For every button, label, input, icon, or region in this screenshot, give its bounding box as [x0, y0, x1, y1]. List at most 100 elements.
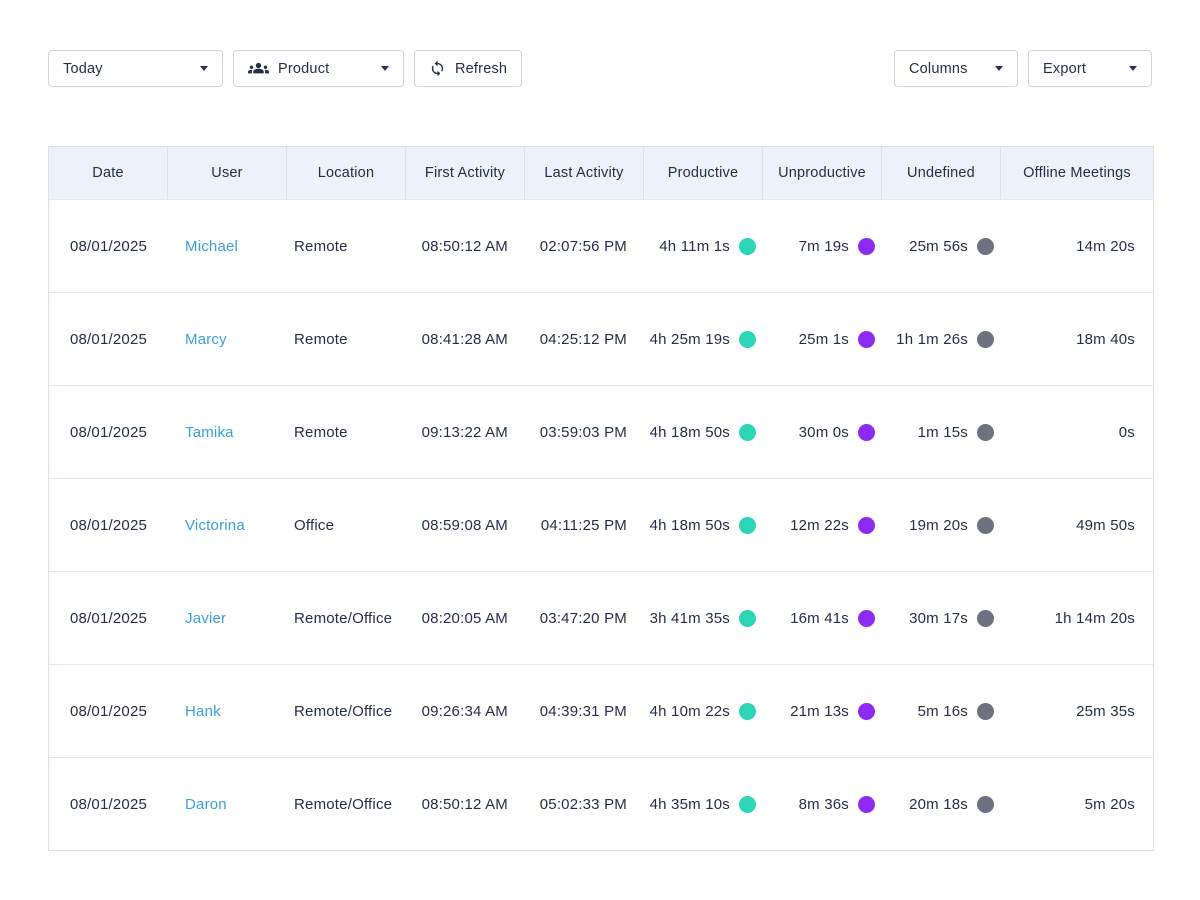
column-header-user: User: [168, 147, 287, 199]
activity-table-container: Date User Location First Activity Last A…: [48, 146, 1152, 851]
undefined-dot-icon: [977, 517, 994, 534]
user-link[interactable]: Daron: [185, 796, 227, 813]
table-row: 08/01/2025MichaelRemote08:50:12 AM02:07:…: [49, 199, 1153, 292]
refresh-button-label: Refresh: [455, 61, 507, 77]
user-link[interactable]: Victorina: [185, 517, 245, 534]
undefined-value: 25m 56s: [909, 238, 968, 255]
table-row: 08/01/2025MarcyRemote08:41:28 AM04:25:12…: [49, 292, 1153, 385]
unproductive-cell: 8m 36s: [763, 757, 882, 850]
offline-meetings-cell: 14m 20s: [1001, 199, 1153, 292]
productive-value: 4h 11m 1s: [659, 238, 730, 255]
user-link[interactable]: Michael: [185, 238, 238, 255]
user-link[interactable]: Tamika: [185, 424, 234, 441]
last-activity-cell: 04:39:31 PM: [525, 664, 644, 757]
columns-dropdown[interactable]: Columns: [894, 50, 1018, 87]
undefined-value: 1h 1m 26s: [896, 331, 968, 348]
undefined-cell: 20m 18s: [882, 757, 1001, 850]
undefined-dot-icon: [977, 424, 994, 441]
productive-value: 4h 18m 50s: [650, 517, 730, 534]
team-dropdown-label: Product: [278, 61, 329, 77]
productive-value: 4h 35m 10s: [650, 796, 730, 813]
unproductive-dot-icon: [858, 796, 875, 813]
user-cell: Javier: [168, 571, 287, 664]
productive-cell: 4h 18m 50s: [644, 478, 763, 571]
unproductive-dot-icon: [858, 238, 875, 255]
undefined-dot-icon: [977, 796, 994, 813]
location-cell: Remote: [287, 292, 406, 385]
last-activity-cell: 04:11:25 PM: [525, 478, 644, 571]
undefined-dot-icon: [977, 331, 994, 348]
productive-cell: 4h 11m 1s: [644, 199, 763, 292]
undefined-value: 5m 16s: [918, 703, 968, 720]
first-activity-cell: 09:26:34 AM: [406, 664, 525, 757]
unproductive-cell: 21m 13s: [763, 664, 882, 757]
offline-meetings-cell: 18m 40s: [1001, 292, 1153, 385]
unproductive-value: 30m 0s: [799, 424, 849, 441]
productive-value: 3h 41m 35s: [650, 610, 730, 627]
activity-table: Date User Location First Activity Last A…: [48, 146, 1154, 851]
undefined-cell: 5m 16s: [882, 664, 1001, 757]
unproductive-dot-icon: [858, 517, 875, 534]
column-header-undefined: Undefined: [882, 147, 1001, 199]
unproductive-cell: 7m 19s: [763, 199, 882, 292]
table-row: 08/01/2025 Victorina Office08:59:08 AM04:1…: [49, 478, 1153, 571]
user-cell: Daron: [168, 757, 287, 850]
last-activity-cell: 04:25:12 PM: [525, 292, 644, 385]
offline-meetings-cell: 0s: [1001, 385, 1153, 478]
unproductive-value: 8m 36s: [799, 796, 849, 813]
unproductive-cell: 12m 22s: [763, 478, 882, 571]
productive-cell: 4h 25m 19s: [644, 292, 763, 385]
last-activity-cell: 02:07:56 PM: [525, 199, 644, 292]
team-dropdown[interactable]: Product: [233, 50, 404, 87]
chevron-down-icon: [200, 66, 208, 71]
user-cell: Marcy: [168, 292, 287, 385]
date-range-dropdown[interactable]: Today: [48, 50, 223, 87]
undefined-value: 30m 17s: [909, 610, 968, 627]
column-header-offline-meetings: Offline Meetings: [1001, 147, 1153, 199]
productive-dot-icon: [739, 424, 756, 441]
export-dropdown-label: Export: [1043, 61, 1086, 77]
user-cell: Hank: [168, 664, 287, 757]
offline-meetings-cell: 25m 35s: [1001, 664, 1153, 757]
undefined-cell: 25m 56s: [882, 199, 1001, 292]
user-link[interactable]: Javier: [185, 610, 226, 627]
table-row: 08/01/2025JavierRemote/Office08:20:05 AM…: [49, 571, 1153, 664]
unproductive-cell: 16m 41s: [763, 571, 882, 664]
column-header-last-activity: Last Activity: [525, 147, 644, 199]
column-header-first-activity: First Activity: [406, 147, 525, 199]
location-cell: Office: [287, 478, 406, 571]
column-header-productive: Productive: [644, 147, 763, 199]
unproductive-dot-icon: [858, 331, 875, 348]
date-cell: 08/01/2025: [49, 664, 168, 757]
productive-cell: 4h 10m 22s: [644, 664, 763, 757]
first-activity-cell: 08:50:12 AM: [406, 199, 525, 292]
refresh-button[interactable]: Refresh: [414, 50, 522, 87]
user-link[interactable]: Hank: [185, 703, 221, 720]
export-dropdown[interactable]: Export: [1028, 50, 1152, 87]
productive-dot-icon: [739, 238, 756, 255]
chevron-down-icon: [1129, 66, 1137, 71]
productive-dot-icon: [739, 610, 756, 627]
table-row: 08/01/2025 Hank Remote/Office09:26:34 AM04…: [49, 664, 1153, 757]
user-cell: Victorina: [168, 478, 287, 571]
unproductive-value: 25m 1s: [799, 331, 849, 348]
first-activity-cell: 08:59:08 AM: [406, 478, 525, 571]
chevron-down-icon: [381, 66, 389, 71]
last-activity-cell: 03:59:03 PM: [525, 385, 644, 478]
undefined-cell: 30m 17s: [882, 571, 1001, 664]
user-cell: Tamika: [168, 385, 287, 478]
date-cell: 08/01/2025: [49, 478, 168, 571]
undefined-value: 1m 15s: [918, 424, 968, 441]
table-row: 08/01/2025DaronRemote/Office08:50:12 AM0…: [49, 757, 1153, 850]
date-cell: 08/01/2025: [49, 292, 168, 385]
column-header-unproductive: Unproductive: [763, 147, 882, 199]
date-cell: 08/01/2025: [49, 571, 168, 664]
user-link[interactable]: Marcy: [185, 331, 227, 348]
offline-meetings-cell: 1h 14m 20s: [1001, 571, 1153, 664]
last-activity-cell: 05:02:33 PM: [525, 757, 644, 850]
table-header: Date User Location First Activity Last A…: [49, 147, 1153, 199]
location-cell: Remote/Office: [287, 664, 406, 757]
columns-dropdown-label: Columns: [909, 61, 968, 77]
unproductive-dot-icon: [858, 610, 875, 627]
table-body: 08/01/2025 Michael Remote08:50:12 AM02:07:…: [49, 199, 1153, 850]
